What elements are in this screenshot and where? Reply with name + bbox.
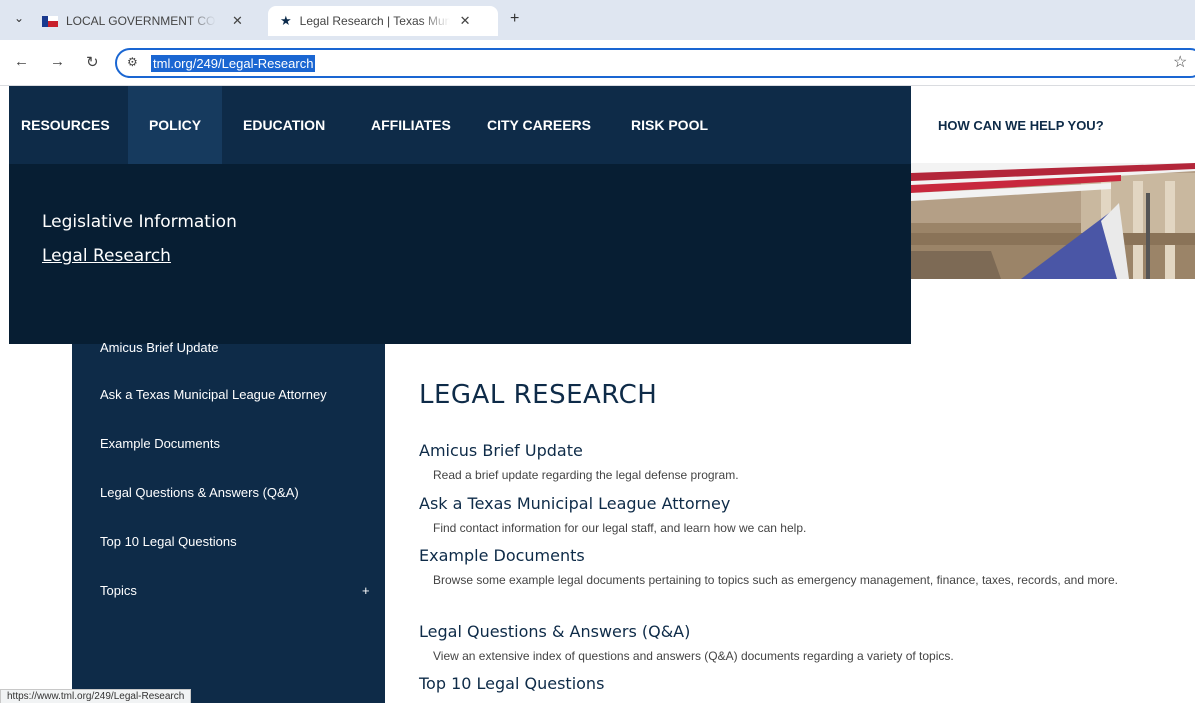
sidebar-item-amicus-brief-update[interactable]: Amicus Brief Update: [100, 340, 219, 355]
entry-description: Browse some example legal documents pert…: [433, 573, 1119, 587]
browser-tab-legal-research[interactable]: ★ Legal Research | Texas Municipal Leagu…: [268, 6, 498, 36]
tab-label: LOCAL GOVERNMENT CODE CHAPTER: [66, 14, 216, 28]
dropdown-item-legal-research[interactable]: Legal Research: [42, 246, 171, 266]
entry-description: Read a brief update regarding the legal …: [433, 468, 739, 482]
tab-close-icon[interactable]: ✕: [460, 13, 471, 29]
nav-policy[interactable]: POLICY: [128, 86, 222, 164]
nav-education[interactable]: EDUCATION: [243, 86, 325, 164]
entry-title-link[interactable]: Example Documents: [419, 546, 585, 565]
dropdown-item-legislative-information[interactable]: Legislative Information: [42, 212, 237, 232]
status-bar-url: https://www.tml.org/249/Legal-Research: [0, 689, 192, 703]
entry-title-link[interactable]: Legal Questions & Answers (Q&A): [419, 622, 690, 641]
hero-banner-image: [911, 163, 1195, 279]
entry-title-link[interactable]: Top 10 Legal Questions: [419, 674, 604, 693]
sidebar-item-legal-qa[interactable]: Legal Questions & Answers (Q&A): [100, 485, 299, 500]
bookmark-star-icon[interactable]: ☆: [1173, 52, 1187, 72]
hero-flags-graphic: [911, 163, 1195, 279]
policy-dropdown-menu: Legislative Information Legal Research: [9, 164, 911, 344]
page-title: LEGAL RESEARCH: [419, 380, 658, 410]
forward-arrow-icon[interactable]: →: [50, 53, 65, 70]
nav-city-careers[interactable]: CITY CAREERS: [487, 86, 591, 164]
address-bar[interactable]: ⚙ tml.org/249/Legal-Research: [115, 48, 1195, 78]
entry-description: View an extensive index of questions and…: [433, 649, 954, 663]
browser-toolbar: ← → ↻ ⚙ tml.org/249/Legal-Research ☆: [0, 40, 1195, 86]
sidebar-item-top-10-legal-questions[interactable]: Top 10 Legal Questions: [100, 534, 237, 549]
texas-favicon-icon: ★: [280, 13, 292, 28]
entry-title-link[interactable]: Ask a Texas Municipal League Attorney: [419, 494, 730, 513]
tab-label: Legal Research | Texas Municipal League: [299, 14, 450, 28]
entry-title-link[interactable]: Amicus Brief Update: [419, 441, 583, 460]
topics-expand-icon[interactable]: +: [362, 583, 370, 598]
nav-resources[interactable]: RESOURCES: [21, 86, 110, 164]
url-text[interactable]: tml.org/249/Legal-Research: [151, 55, 316, 72]
nav-risk-pool[interactable]: RISK POOL: [631, 86, 708, 164]
sidebar-nav: Amicus Brief Update Ask a Texas Municipa…: [72, 340, 385, 703]
main-nav-bar: RESOURCES POLICY EDUCATION AFFILIATES CI…: [9, 86, 911, 164]
tab-close-icon[interactable]: ✕: [232, 13, 243, 29]
nav-affiliates[interactable]: AFFILIATES: [371, 86, 451, 164]
back-arrow-icon[interactable]: ←: [14, 53, 29, 70]
flag-favicon-icon: [42, 15, 58, 27]
tab-search-chevron-icon[interactable]: ⌄: [14, 11, 24, 25]
sidebar-item-ask-attorney[interactable]: Ask a Texas Municipal League Attorney: [100, 387, 327, 402]
sidebar-item-example-documents[interactable]: Example Documents: [100, 436, 220, 451]
browser-tab-local-government-code[interactable]: LOCAL GOVERNMENT CODE CHAPTER ✕: [38, 6, 264, 36]
reload-icon[interactable]: ↻: [86, 53, 99, 71]
new-tab-icon[interactable]: +: [510, 10, 519, 28]
browser-tab-strip: ⌄ LOCAL GOVERNMENT CODE CHAPTER ✕ ★ Lega…: [0, 0, 1195, 40]
how-can-we-help-link[interactable]: HOW CAN WE HELP YOU?: [938, 118, 1104, 133]
entry-description: Find contact information for our legal s…: [433, 521, 807, 535]
sidebar-item-topics[interactable]: Topics: [100, 583, 137, 598]
site-info-icon[interactable]: ⚙: [127, 55, 138, 69]
